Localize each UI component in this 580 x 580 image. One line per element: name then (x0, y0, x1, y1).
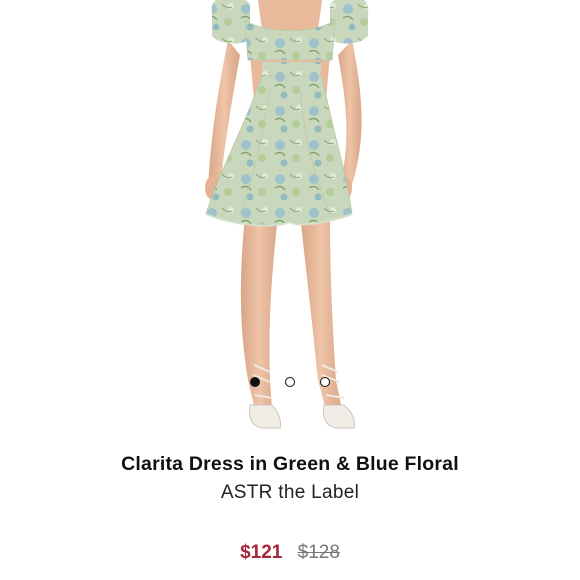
price-row: $121 $128 (0, 542, 580, 564)
carousel-dot-3[interactable] (320, 377, 330, 387)
carousel-dots (0, 377, 580, 391)
product-brand[interactable]: ASTR the Label (0, 482, 580, 504)
original-price: $128 (297, 542, 340, 563)
product-title[interactable]: Clarita Dress in Green & Blue Floral (0, 453, 580, 476)
carousel-dot-1[interactable] (250, 377, 260, 387)
sale-price: $121 (240, 542, 283, 563)
product-image[interactable] (0, 0, 580, 440)
carousel-dot-2[interactable] (285, 377, 295, 387)
product-card: Clarita Dress in Green & Blue Floral AST… (0, 0, 580, 580)
